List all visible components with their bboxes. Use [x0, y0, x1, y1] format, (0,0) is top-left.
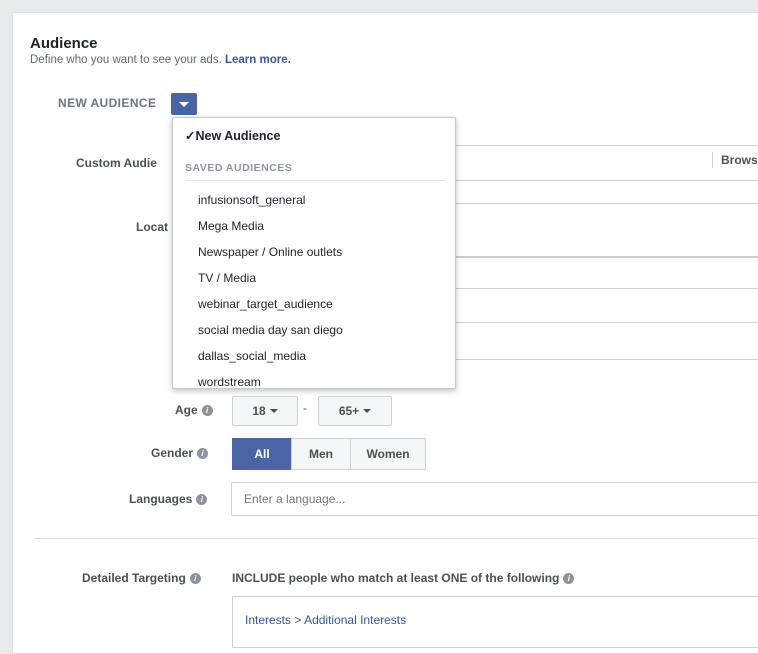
menu-item-saved-audience[interactable]: Mega Media [198, 219, 264, 233]
menu-item-saved-audience[interactable]: Newspaper / Online outlets [198, 245, 342, 259]
gender-women-button[interactable]: Women [350, 438, 426, 470]
locations-label: Locat [136, 220, 169, 234]
learn-more-link[interactable]: Learn more. [225, 54, 291, 66]
interest-breadcrumb: Interests > Additional Interests [245, 613, 406, 627]
info-icon[interactable]: i [189, 573, 201, 584]
menu-divider [185, 180, 445, 181]
menu-item-saved-audience[interactable]: TV / Media [198, 271, 256, 285]
new-audience-label: NEW AUDIENCE [58, 96, 157, 110]
include-text-label: INCLUDE people who match at least ONE of… [232, 571, 560, 585]
menu-item-saved-audience[interactable]: social media day san diego [198, 323, 343, 337]
section-title: Audience [30, 35, 98, 52]
section-divider [35, 538, 758, 539]
age-min-select[interactable]: 18 [232, 396, 298, 426]
detailed-targeting-label-text: Detailed Targeting [82, 571, 186, 585]
age-max-value: 65+ [338, 404, 360, 418]
age-max-select[interactable]: 65+ [318, 396, 392, 426]
menu-item-label: New Audience [195, 129, 281, 143]
custom-audiences-label: Custom Audie [76, 156, 157, 170]
menu-item-saved-audience[interactable]: infusionsoft_general [198, 193, 305, 207]
chevron-down-icon [363, 409, 372, 413]
detailed-targeting-box[interactable]: Interests > Additional Interests [232, 596, 758, 648]
check-icon: ✓ [185, 129, 196, 143]
breadcrumb-separator: > [294, 613, 302, 627]
audience-dropdown-button[interactable] [171, 93, 197, 115]
info-icon[interactable]: i [197, 448, 209, 459]
age-min-value: 18 [252, 404, 266, 418]
browse-button[interactable]: Brows [712, 152, 758, 168]
section-subtitle: Define who you want to see your ads. Lea… [30, 54, 291, 66]
saved-audiences-header: SAVED AUDIENCES [185, 162, 293, 174]
menu-item-new-audience[interactable]: ✓New Audience [185, 128, 280, 143]
chevron-down-icon [269, 409, 278, 413]
languages-label-text: Languages [129, 492, 193, 506]
age-label-text: Age [175, 403, 198, 417]
include-text: INCLUDE people who match at least ONE of… [232, 571, 575, 585]
gender-label: Gender i [151, 446, 209, 460]
subtitle-text: Define who you want to see your ads. [30, 54, 222, 66]
gender-men-button[interactable]: Men [291, 438, 351, 470]
menu-item-saved-audience[interactable]: wordstream [198, 375, 261, 388]
menu-item-saved-audience[interactable]: dallas_social_media [198, 349, 306, 363]
menu-item-saved-audience[interactable]: webinar_target_audience [198, 297, 333, 311]
age-separator: - [303, 401, 307, 415]
detailed-targeting-label: Detailed Targeting i [82, 571, 201, 585]
info-icon[interactable]: i [563, 573, 575, 584]
language-input[interactable] [231, 482, 758, 516]
info-icon[interactable]: i [196, 494, 208, 505]
audience-dropdown-menu: ✓New Audience SAVED AUDIENCES infusionso… [172, 117, 456, 389]
interests-link[interactable]: Interests [245, 613, 291, 627]
gender-label-text: Gender [151, 446, 194, 460]
age-label: Age i [175, 403, 213, 417]
additional-interests-link[interactable]: Additional Interests [304, 613, 406, 627]
info-icon[interactable]: i [201, 405, 213, 416]
languages-label: Languages i [129, 492, 208, 506]
gender-all-button[interactable]: All [232, 438, 292, 470]
